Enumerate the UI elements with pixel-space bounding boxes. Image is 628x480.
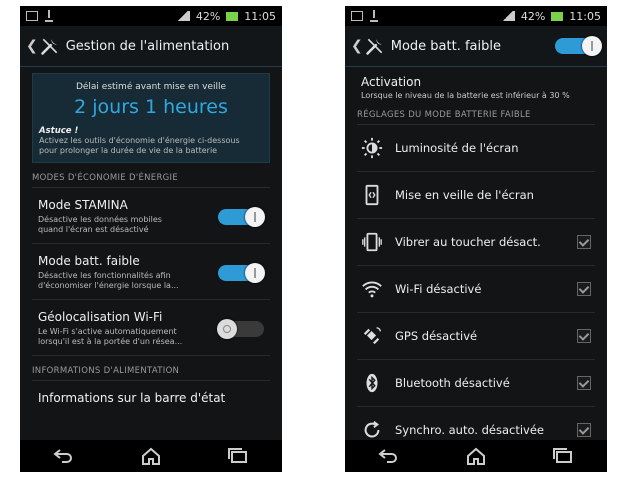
item-sub-2: d'économiser l'énergie lorsque la... <box>38 281 179 290</box>
screen-sleep-icon <box>365 184 379 206</box>
back-chevron-icon[interactable]: ❮ <box>351 38 363 54</box>
status-bar: 42% 11:05 <box>20 6 282 26</box>
battery-icon <box>226 11 239 21</box>
back-icon[interactable] <box>377 446 401 466</box>
download-icon <box>44 10 54 22</box>
list-item-sync[interactable]: Synchro. auto. désactivée <box>357 407 595 440</box>
gps-checkbox[interactable] <box>577 329 591 343</box>
content-area[interactable]: Activation Lorsque le niveau de la batte… <box>345 67 607 440</box>
tip-line-1: Activez les outils d'économie d'énergie … <box>39 136 240 145</box>
item-title: Mode STAMINA <box>38 198 128 212</box>
item-label: Synchro. auto. désactivée <box>395 423 545 437</box>
settings-tools-icon[interactable] <box>365 36 385 56</box>
list-item-bluetooth[interactable]: Bluetooth désactivé <box>357 360 595 407</box>
item-sub-1: Désactive les fonctionnalités afin <box>38 271 171 280</box>
status-bar: 42% 11:05 <box>345 6 607 26</box>
bluetooth-icon <box>366 373 378 393</box>
list-item-wifi-geolocation[interactable]: Géolocalisation Wi-Fi Le Wi-Fi s'active … <box>32 300 270 356</box>
item-title: Mode batt. faible <box>38 254 140 268</box>
settings-tools-icon[interactable] <box>40 36 60 56</box>
recent-apps-icon[interactable] <box>226 446 250 466</box>
image-notification-icon <box>26 11 38 21</box>
download-icon <box>369 10 379 22</box>
list-item-wifi[interactable]: Wi-Fi désactivé <box>357 266 595 313</box>
back-chevron-icon[interactable]: ❮ <box>26 38 38 54</box>
activation-subtitle: Lorsque le niveau de la batterie est inf… <box>361 91 570 100</box>
tip-line-2: pour prolonger la durée de vie de la bat… <box>39 146 218 155</box>
sync-icon <box>364 421 380 438</box>
action-bar: ❮ Mode batt. faible <box>345 26 607 67</box>
navigation-bar <box>20 440 282 472</box>
list-item-low-battery[interactable]: Mode batt. faible Désactive les fonction… <box>32 244 270 300</box>
activation-title: Activation <box>361 75 422 89</box>
battery-percent: 42% <box>195 9 221 23</box>
toggle-knob <box>245 206 265 227</box>
phone-power-management: 42% 11:05 ❮ Gestion de l'alimentation Dé… <box>20 6 282 472</box>
gps-icon <box>363 327 381 345</box>
item-label: GPS désactivé <box>395 329 478 343</box>
page-title: Gestion de l'alimentation <box>65 38 230 54</box>
clock: 11:05 <box>569 9 601 23</box>
item-title: Informations sur la barre d'état <box>38 391 226 405</box>
action-bar: ❮ Gestion de l'alimentation <box>20 26 282 67</box>
section-header-settings: RÉGLAGES DU MODE BATTERIE FAIBLE <box>357 106 595 125</box>
item-sub-1: Désactive les données mobiles <box>38 215 162 224</box>
item-title: Géolocalisation Wi-Fi <box>38 310 163 324</box>
bluetooth-checkbox[interactable] <box>577 376 591 390</box>
toggle-knob <box>217 318 237 339</box>
low-battery-toggle[interactable] <box>218 262 265 283</box>
back-icon[interactable] <box>52 446 76 466</box>
wifi-icon <box>362 281 382 298</box>
list-item-gps[interactable]: GPS désactivé <box>357 313 595 360</box>
recent-apps-icon[interactable] <box>551 446 575 466</box>
item-sub-1: Le Wi-Fi s'active automatiquement <box>38 327 177 336</box>
low-battery-master-toggle[interactable] <box>555 36 602 56</box>
signal-icon <box>175 11 190 21</box>
item-sub-2: quand l'écran est désactivé <box>38 225 149 234</box>
image-notification-icon <box>351 11 363 21</box>
navigation-bar <box>345 440 607 472</box>
item-label: Mise en veille de l'écran <box>395 188 534 202</box>
item-label: Luminosité de l'écran <box>395 141 519 155</box>
section-header-info: INFORMATIONS D'ALIMENTATION <box>32 366 180 376</box>
item-label: Bluetooth désactivé <box>395 376 510 390</box>
section-header-modes: MODES D'ÉCONOMIE D'ÉNERGIE <box>32 163 270 188</box>
list-item-brightness[interactable]: Luminosité de l'écran <box>357 125 595 172</box>
estimate-label: Délai estimé avant mise en veille <box>75 82 227 92</box>
list-item-stamina[interactable]: Mode STAMINA Désactive les données mobil… <box>32 188 270 244</box>
home-icon[interactable] <box>464 446 488 466</box>
sync-checkbox[interactable] <box>577 423 591 437</box>
list-item-vibrate[interactable]: Vibrer au toucher désact. <box>357 219 595 266</box>
estimate-panel: Délai estimé avant mise en veille 2 jour… <box>32 73 270 163</box>
content-area[interactable]: Délai estimé avant mise en veille 2 jour… <box>20 67 282 440</box>
clock: 11:05 <box>244 9 276 23</box>
toggle-knob <box>245 262 265 283</box>
tip-title: Astuce ! <box>39 126 79 136</box>
item-label: Vibrer au toucher désact. <box>395 235 541 249</box>
estimate-value: 2 jours 1 heures <box>74 96 228 118</box>
stamina-toggle[interactable] <box>218 206 265 227</box>
home-icon[interactable] <box>139 446 163 466</box>
list-item-screen-sleep[interactable]: Mise en veille de l'écran <box>357 172 595 219</box>
vibrate-icon <box>362 232 382 252</box>
battery-percent: 42% <box>520 9 546 23</box>
wifi-geolocation-toggle[interactable] <box>217 318 264 339</box>
wifi-checkbox[interactable] <box>577 282 591 296</box>
signal-icon <box>500 11 515 21</box>
phone-low-battery-mode: 42% 11:05 ❮ Mode batt. faible Activation… <box>345 6 607 472</box>
item-sub-2: lorsqu'il est à la portée d'un résea... <box>38 337 183 346</box>
vibrate-checkbox[interactable] <box>577 235 591 249</box>
battery-icon <box>551 11 564 21</box>
toggle-knob <box>582 36 602 56</box>
activation-item[interactable]: Activation Lorsque le niveau de la batte… <box>345 67 607 106</box>
brightness-icon <box>361 137 383 159</box>
list-item-statusbar-info[interactable]: Informations sur la barre d'état <box>32 380 270 413</box>
item-label: Wi-Fi désactivé <box>395 282 482 296</box>
page-title: Mode batt. faible <box>390 38 501 54</box>
